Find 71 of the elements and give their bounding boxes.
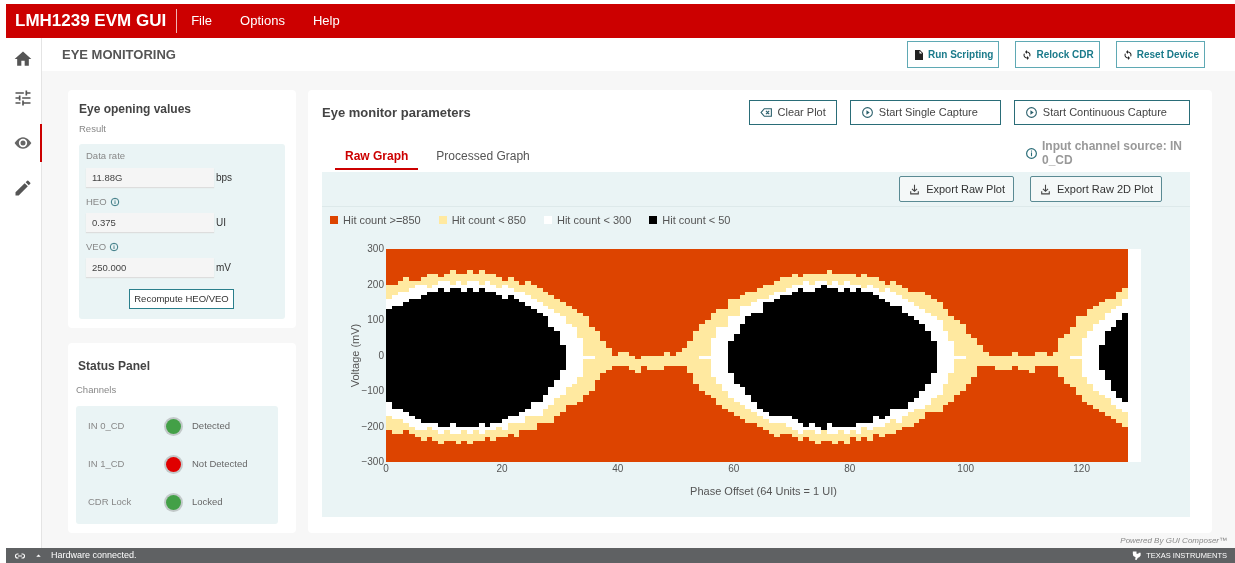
source-info: Input channel source: IN 0_CD <box>1042 139 1182 168</box>
tick-label: 60 <box>728 462 740 474</box>
status-text: Detected <box>192 419 231 434</box>
tick-label: 20 <box>496 462 508 474</box>
tick-label: 0 <box>383 462 389 474</box>
download-icon <box>1039 182 1052 196</box>
status-text: Locked <box>192 495 223 510</box>
axis-title: Voltage (mV) <box>349 323 361 387</box>
logo-icon <box>1131 550 1143 561</box>
recompute-button[interactable]: Recompute HEO/VEO <box>129 289 234 310</box>
clear-icon <box>759 106 773 119</box>
document-icon <box>912 48 925 61</box>
unit-label: mV <box>215 261 231 275</box>
caret-icon <box>34 551 43 560</box>
action-button[interactable]: Start Single Capture <box>849 100 1001 125</box>
action-button[interactable]: Clear Plot <box>748 100 837 125</box>
tab[interactable]: Raw Graph <box>335 145 419 170</box>
card-subtitle: Channels <box>76 383 118 398</box>
status-text: Not Detected <box>192 457 248 472</box>
legend-label: Hit count < 300 <box>557 213 632 228</box>
tick-label: 300 <box>367 242 384 254</box>
tick-label: −100 <box>361 384 384 396</box>
status-label: IN 0_CD <box>87 419 126 434</box>
card-title: Status Panel <box>77 358 152 376</box>
play-icon <box>1024 106 1038 119</box>
toolbar-button[interactable]: Run Scripting <box>906 41 1000 68</box>
tab[interactable]: Processed Graph <box>426 145 540 170</box>
card-subtitle: Result <box>79 122 107 136</box>
play-icon <box>860 106 874 119</box>
legend-label: Hit count < 850 <box>451 213 526 228</box>
tick-label: 100 <box>367 313 384 325</box>
field-label: VEO <box>86 239 107 254</box>
field-label: HEO <box>86 194 107 209</box>
toolbar-button[interactable]: Relock CDR <box>1015 41 1100 68</box>
card-title: Eye monitor parameters <box>322 103 471 122</box>
input-field[interactable]: 250.000 <box>86 258 214 277</box>
tick-label: −200 <box>361 420 384 431</box>
input-field[interactable]: 0.375 <box>86 212 214 232</box>
info-icon <box>109 241 120 252</box>
legend-label: Hit count < 50 <box>662 213 731 228</box>
page-title: EYE MONITORING <box>62 45 176 64</box>
menu-item[interactable]: File <box>177 11 227 31</box>
info-icon <box>1025 146 1038 160</box>
download-icon <box>908 182 922 196</box>
app-title: LMH1239 EVM GUI <box>6 9 178 33</box>
info-icon <box>109 196 120 207</box>
export-button[interactable]: Export Raw 2D Plot <box>1030 176 1162 202</box>
field-label: Data rate <box>86 149 126 164</box>
tick-label: 80 <box>844 462 856 474</box>
home-icon <box>12 49 33 69</box>
tick-label: 0 <box>378 349 384 360</box>
unit-label: UI <box>215 215 226 230</box>
axis-title: Phase Offset (64 Units = 1 UI) <box>690 484 837 497</box>
card-title: Eye opening values <box>79 101 193 118</box>
menu-item[interactable]: Options <box>226 11 299 31</box>
tick-label: 200 <box>367 278 384 289</box>
tick-label: 100 <box>957 462 975 474</box>
action-button[interactable]: Start Continuous Capture <box>1013 100 1190 125</box>
menu-item[interactable]: Help <box>298 11 354 31</box>
status-label: CDR Lock <box>87 495 133 510</box>
tick-label: 120 <box>1073 462 1090 474</box>
unit-label: bps <box>215 170 233 185</box>
status-label: IN 1_CD <box>87 457 126 472</box>
status-text: Hardware connected. <box>51 548 137 562</box>
export-button[interactable]: Export Raw Plot <box>899 176 1014 202</box>
legend-label: Hit count >=850 <box>343 213 421 228</box>
tick-label: −300 <box>361 455 384 467</box>
powered-by-text: Powered By GUI Composer™ <box>1120 535 1227 547</box>
tick-label: 40 <box>612 462 624 474</box>
toolbar-button[interactable]: Reset Device <box>1115 41 1205 68</box>
input-field[interactable]: 11.88G <box>86 167 214 187</box>
